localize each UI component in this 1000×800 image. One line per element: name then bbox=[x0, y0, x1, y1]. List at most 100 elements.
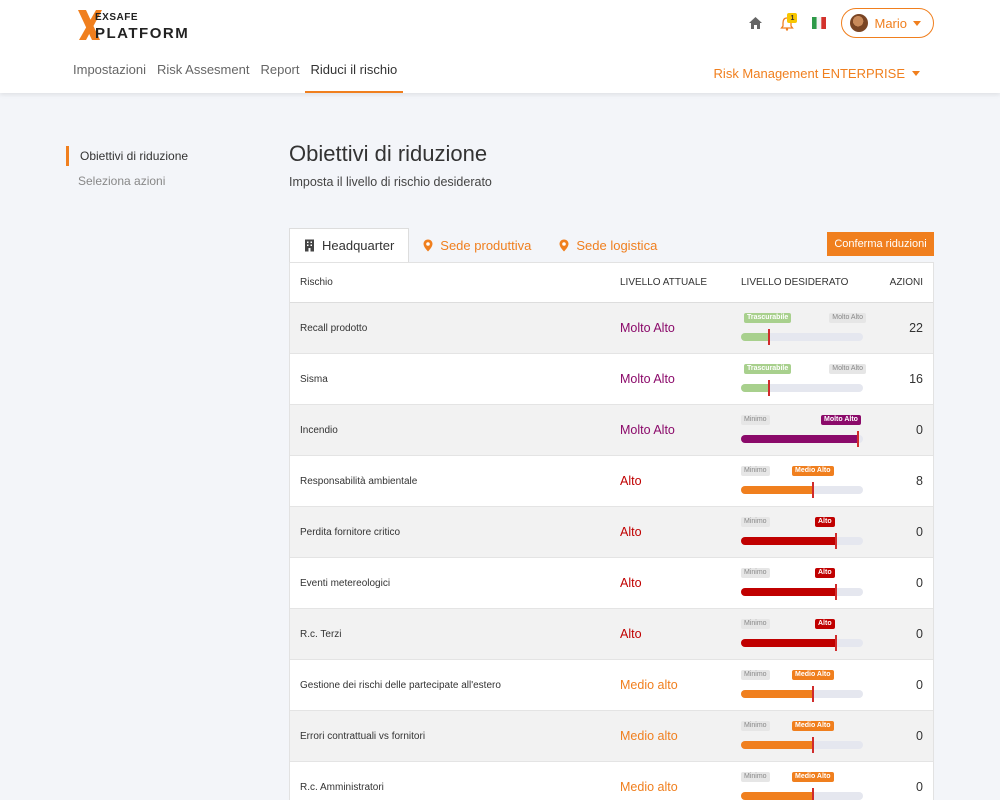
slider-track[interactable] bbox=[741, 788, 863, 800]
user-menu-button[interactable]: Mario bbox=[841, 8, 934, 38]
table-row[interactable]: R.c. Amministratori Medio alto Minimo Medio… bbox=[290, 762, 933, 800]
header-actions: 1 Mario bbox=[745, 8, 934, 38]
table-row[interactable]: Gestione dei rischi delle partecipate al… bbox=[290, 660, 933, 711]
slider-track[interactable] bbox=[741, 686, 863, 702]
table-row[interactable]: Sisma Molto AltoTrascurabileMolto AltoTra… bbox=[290, 354, 933, 405]
slider-fill bbox=[741, 384, 768, 392]
location-tabs: Headquarter Sede produttiva Sede logisti… bbox=[289, 228, 671, 262]
page-title: Obiettivi di riduzione bbox=[289, 141, 488, 166]
tab-label: Headquarter bbox=[322, 238, 395, 253]
slider-handle[interactable] bbox=[768, 380, 770, 396]
desired-level-slider[interactable]: Minimo Medio Alto bbox=[741, 464, 866, 500]
slider-handle[interactable] bbox=[835, 635, 837, 651]
slider-selected-label: Alto bbox=[815, 619, 835, 629]
table-body: Recall prodotto Molto Alto Trascurabile Mol… bbox=[290, 303, 933, 800]
slider-track[interactable] bbox=[741, 482, 863, 498]
exsafe-logo[interactable]: EXSAFE PLATFORM bbox=[76, 8, 190, 42]
table-row[interactable]: Perdita fornitore critico Alto Minimo Alto 0 bbox=[290, 507, 933, 558]
slider-track[interactable] bbox=[741, 329, 863, 345]
plan-label: Risk Management ENTERPRISE bbox=[713, 66, 905, 81]
column-header-azioni: AZIONI bbox=[889, 277, 923, 288]
current-level: Medio alto bbox=[620, 729, 678, 743]
nav-risk-assesment[interactable]: Risk Assesment bbox=[157, 62, 249, 93]
desired-level-slider[interactable]: TrascurabileMolto AltoTrascurabile bbox=[741, 362, 866, 398]
avatar bbox=[850, 14, 869, 32]
current-level: Medio alto bbox=[620, 780, 678, 794]
slider-handle[interactable] bbox=[812, 788, 814, 800]
slider-fill bbox=[741, 333, 768, 341]
current-level: Alto bbox=[620, 576, 642, 590]
slider-handle[interactable] bbox=[812, 737, 814, 753]
risk-name: Gestione dei rischi delle partecipate al… bbox=[300, 679, 501, 691]
slider-selected-label: Alto bbox=[815, 568, 835, 578]
tab-sede-produttiva[interactable]: Sede produttiva bbox=[409, 228, 545, 262]
desired-level-slider[interactable]: Minimo Medio Alto bbox=[741, 770, 866, 800]
slider-handle[interactable] bbox=[835, 584, 837, 600]
desired-level-slider[interactable]: Minimo Molto Alto bbox=[741, 413, 866, 449]
slider-min-label: Minimo bbox=[741, 466, 770, 476]
tab-headquarter[interactable]: Headquarter bbox=[289, 228, 410, 262]
confirm-reductions-button[interactable]: Conferma riduzioni bbox=[827, 232, 934, 256]
slider-handle[interactable] bbox=[812, 482, 814, 498]
nav-riduci-rischio[interactable]: Riduci il rischio bbox=[304, 62, 404, 93]
table-row[interactable]: R.c. Terzi Alto Minimo Alto 0 bbox=[290, 609, 933, 660]
chevron-down-icon bbox=[913, 20, 921, 26]
desired-level-slider[interactable]: Minimo Alto bbox=[741, 515, 866, 551]
slider-fill bbox=[741, 741, 812, 749]
desired-level-slider[interactable]: Minimo Medio Alto bbox=[741, 668, 866, 704]
slider-min-label: Minimo bbox=[741, 619, 770, 629]
slider-handle[interactable] bbox=[812, 686, 814, 702]
slider-handle[interactable] bbox=[835, 533, 837, 549]
slider-selected-label: Trascurabile bbox=[744, 313, 792, 323]
table-row[interactable]: Incendio Molto Alto Minimo Molto Alto 0 bbox=[290, 405, 933, 456]
notifications-bell-icon[interactable]: 1 bbox=[777, 13, 798, 33]
slider-fill bbox=[741, 690, 812, 698]
slider-track[interactable] bbox=[741, 737, 863, 753]
actions-count: 16 bbox=[909, 372, 923, 386]
tab-label: Sede logistica bbox=[576, 237, 658, 253]
slider-selected-label: Medio Alto bbox=[792, 772, 834, 782]
slider-track[interactable] bbox=[741, 584, 863, 600]
slider-track[interactable] bbox=[741, 533, 863, 549]
table-row[interactable]: Responsabilità ambientale Alto Minimo Medio… bbox=[290, 456, 933, 507]
slider-handle[interactable] bbox=[857, 431, 859, 447]
risk-name: Recall prodotto bbox=[300, 322, 368, 334]
risk-name: Sisma bbox=[300, 373, 328, 385]
table-row[interactable]: Recall prodotto Molto Alto Trascurabile Mol… bbox=[290, 303, 933, 354]
risk-table: Rischio LIVELLO ATTUALE LIVELLO DESIDERA… bbox=[289, 262, 934, 800]
desired-level-slider[interactable]: Minimo Alto bbox=[741, 617, 866, 653]
desired-level-slider[interactable]: Minimo Alto bbox=[741, 566, 866, 602]
current-level: Molto Alto bbox=[620, 423, 675, 437]
slider-selected-label: Medio Alto bbox=[792, 670, 834, 680]
slider-min-label: Minimo bbox=[741, 772, 770, 782]
actions-count: 22 bbox=[909, 321, 923, 335]
tab-sede-logistica[interactable]: Sede logistica bbox=[545, 228, 671, 262]
logo-text-bottom: PLATFORM bbox=[95, 25, 190, 42]
italy-flag-icon[interactable] bbox=[809, 13, 829, 33]
desired-level-slider[interactable]: Minimo Medio Alto bbox=[741, 719, 866, 755]
slider-selected-label: Alto bbox=[815, 517, 835, 527]
slider-selected-label: Medio Alto bbox=[792, 466, 834, 476]
page-subtitle: Imposta il livello di rischio desiderato bbox=[289, 175, 492, 189]
building-icon bbox=[305, 239, 314, 252]
slider-min-label: Minimo bbox=[741, 670, 770, 680]
sidebar-item-obiettivi[interactable]: Obiettivi di riduzione bbox=[66, 146, 246, 166]
table-row[interactable]: Errori contrattuali vs fornitori Medio al… bbox=[290, 711, 933, 762]
slider-track[interactable] bbox=[741, 431, 863, 447]
nav-report[interactable]: Report bbox=[260, 62, 299, 93]
column-header-livello-attuale: LIVELLO ATTUALE bbox=[620, 277, 708, 288]
desired-level-slider[interactable]: TrascurabileMolto AltoTrascurabile bbox=[741, 311, 866, 347]
slider-track[interactable] bbox=[741, 380, 863, 396]
slider-fill bbox=[741, 486, 812, 494]
plan-selector[interactable]: Risk Management ENTERPRISE bbox=[714, 66, 920, 81]
slider-track[interactable] bbox=[741, 635, 863, 651]
nav-impostazioni[interactable]: Impostazioni bbox=[73, 62, 146, 93]
slider-min-label: Minimo bbox=[741, 415, 770, 425]
slider-handle[interactable] bbox=[768, 329, 770, 345]
home-icon[interactable] bbox=[745, 13, 765, 33]
slider-fill bbox=[741, 588, 835, 596]
slider-max-label: Molto Alto bbox=[829, 364, 866, 374]
risk-name: Perdita fornitore critico bbox=[300, 526, 401, 538]
table-row[interactable]: Eventi metereologici Alto Minimo Alto 0 bbox=[290, 558, 933, 609]
sidebar-item-seleziona-azioni[interactable]: Seleziona azioni bbox=[66, 171, 246, 191]
